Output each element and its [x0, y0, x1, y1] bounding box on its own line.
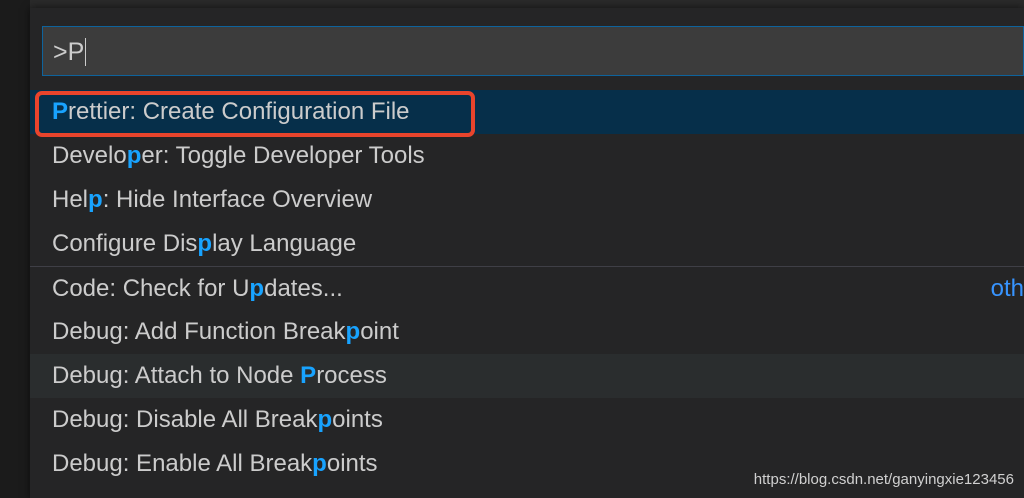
command-item-disable-all-breakpoints[interactable]: Debug: Disable All Breakpoints [30, 398, 1024, 442]
command-label: Help: Hide Interface Overview [52, 186, 373, 213]
command-list: Prettier: Create Configuration File Deve… [30, 90, 1024, 486]
match-highlight: p [126, 142, 142, 169]
annotation-highlight-box [35, 91, 475, 137]
match-highlight: p [317, 406, 333, 433]
command-item-configure-display-language[interactable]: Configure Display Language [30, 222, 1024, 266]
command-item-check-for-updates[interactable]: Code: Check for Updates... oth [30, 266, 1024, 310]
match-highlight: p [88, 186, 103, 213]
command-label: Code: Check for Updates... [52, 275, 343, 302]
command-label: Debug: Attach to Node Process [52, 362, 387, 389]
command-item-toggle-developer-tools[interactable]: Developer: Toggle Developer Tools [30, 134, 1024, 178]
command-item-hide-interface-overview[interactable]: Help: Hide Interface Overview [30, 178, 1024, 222]
command-input-text[interactable]: >P [53, 38, 87, 66]
editor-background [0, 0, 30, 498]
command-label: Debug: Enable All Breakpoints [52, 450, 378, 477]
match-highlight: p [249, 275, 265, 302]
command-item-prettier-create-config[interactable]: Prettier: Create Configuration File [30, 90, 1024, 137]
command-label: Developer: Toggle Developer Tools [52, 142, 425, 169]
group-label: oth [990, 275, 1024, 302]
command-label: Configure Display Language [52, 230, 357, 257]
command-label: Debug: Disable All Breakpoints [52, 406, 383, 433]
text-caret [85, 38, 87, 66]
command-input[interactable]: >P [42, 26, 1024, 76]
command-item-add-function-breakpoint[interactable]: Debug: Add Function Breakpoint [30, 310, 1024, 354]
match-highlight: p [197, 230, 213, 257]
watermark: https://blog.csdn.net/ganyingxie123456 [753, 471, 1014, 488]
match-highlight: P [300, 362, 317, 389]
match-highlight: p [312, 450, 327, 477]
command-palette: >P Prettier: Create Configuration File D… [30, 8, 1024, 498]
title-bar [30, 0, 1024, 8]
command-label: Debug: Add Function Breakpoint [52, 318, 399, 345]
match-highlight: p [345, 318, 361, 345]
command-item-attach-to-node-process[interactable]: Debug: Attach to Node Process [30, 354, 1024, 398]
